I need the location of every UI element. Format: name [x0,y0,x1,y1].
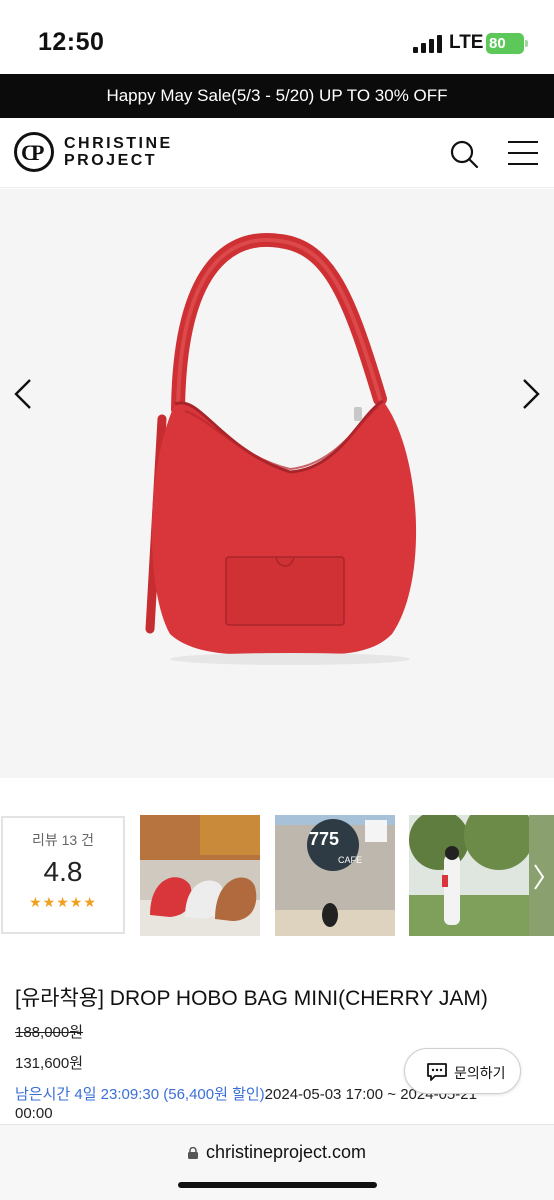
status-time: 12:50 [38,28,105,56]
cafe-label: 775 [309,829,340,849]
url-display[interactable]: christineproject.com [0,1142,554,1163]
url-text: christineproject.com [205,1142,367,1162]
logo-line2: PROJECT [64,152,158,169]
thumbnail-next[interactable] [529,815,554,936]
inquiry-button[interactable]: 문의하기 [404,1048,521,1094]
product-main-image[interactable] [0,189,554,778]
hamburger-menu-icon[interactable] [508,140,540,166]
cafe-sub-label: CAFE [338,855,363,865]
bag-illustration [145,233,417,665]
thumbnail-cafe[interactable]: 775 CAFE [275,815,395,936]
promo-banner[interactable]: Happy May Sale(5/3 - 5/20) UP TO 30% OFF [0,74,554,118]
chevron-right-icon[interactable] [516,374,546,414]
review-summary[interactable]: 리뷰 13 건 4.8 ★★★★★ [1,816,125,934]
timer-end: 00:00 [15,1105,53,1122]
star-rating-icon: ★★★★★ [29,894,97,910]
site-header: CP CHRISTINE PROJECT [0,118,554,188]
logo-icon[interactable]: CP [14,132,54,172]
battery-icon: 80 [486,33,524,54]
status-bar: 12:50 LTE 80 [0,0,554,74]
signal-icon [413,35,443,53]
review-count: 리뷰 13 건 [32,832,94,848]
logo-line1: CHRISTINE [64,135,173,152]
thumbnail-strip: 리뷰 13 건 4.8 ★★★★★ 775 CAFE [0,812,554,937]
thumbnail-outdoor[interactable] [409,815,529,936]
chat-icon [426,1062,448,1082]
sale-timer: 남은시간 4일 23:09:30 (56,400원 할인)2024-05-03 … [15,1083,477,1104]
search-icon[interactable] [448,138,480,170]
logo-text[interactable]: CHRISTINE PROJECT [64,135,173,169]
battery-nub [525,40,528,47]
home-indicator[interactable] [178,1182,377,1188]
chevron-left-icon[interactable] [10,374,40,414]
original-price: 188,000원 [15,1024,84,1041]
network-label: LTE [449,32,484,53]
lock-icon [187,1143,198,1159]
thumbnail-bags[interactable] [140,815,260,936]
review-score: 4.8 [43,856,83,887]
browser-address-bar: christineproject.com [0,1124,554,1200]
inquiry-label: 문의하기 [454,1065,506,1081]
timer-label: 남은시간 4일 23:09:30 (56,400원 할인) [15,1086,265,1103]
product-title: [유라착용] DROP HOBO BAG MINI(CHERRY JAM) [15,987,488,1010]
sale-price: 131,600원 [15,1055,84,1072]
battery-level: 80 [489,35,506,52]
